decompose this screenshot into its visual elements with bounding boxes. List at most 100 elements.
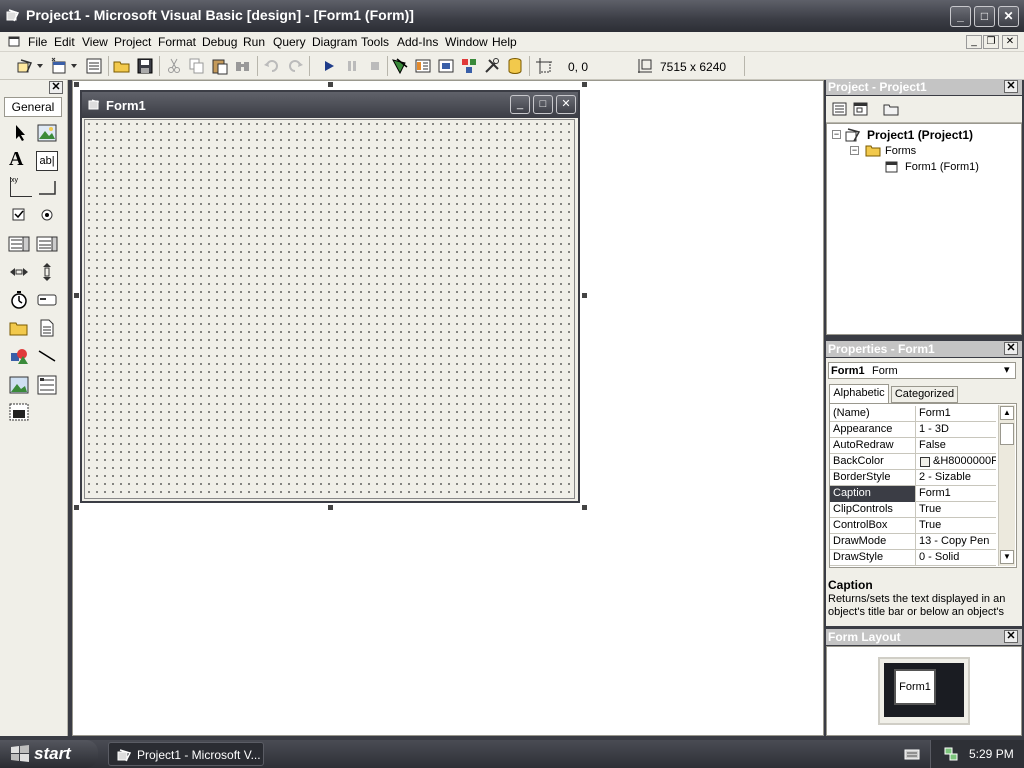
paste-icon[interactable] [211, 57, 229, 75]
scroll-thumb[interactable] [1000, 423, 1014, 445]
listbox-tool-icon[interactable] [36, 234, 58, 254]
timer-tool-icon[interactable] [8, 290, 30, 310]
picturebox-tool-icon[interactable] [36, 123, 58, 143]
menu-project[interactable]: Project [114, 35, 151, 49]
drivelistbox-tool-icon[interactable] [36, 290, 58, 310]
form1-title-bar[interactable]: Form1 _ □ ✕ [82, 92, 578, 118]
scroll-down-button[interactable]: ▼ [1000, 550, 1014, 564]
tree-form1-item[interactable]: Form1 (Form1) [905, 161, 979, 173]
object-browser-icon[interactable] [460, 57, 478, 75]
mdi-minimize-button[interactable]: _ [966, 35, 982, 49]
line-tool-icon[interactable] [36, 346, 58, 366]
property-row[interactable]: DrawMode 13 - Copy Pen [830, 534, 996, 550]
close-button[interactable]: ✕ [998, 6, 1019, 27]
property-row-selected[interactable]: Caption Form1 [830, 486, 996, 502]
copy-icon[interactable] [188, 57, 206, 75]
open-project-icon[interactable] [113, 57, 131, 75]
toggle-folders-icon[interactable] [883, 102, 899, 116]
hscrollbar-tool-icon[interactable] [8, 262, 30, 282]
resize-handle[interactable] [328, 505, 333, 510]
undo-icon[interactable] [263, 57, 281, 75]
menu-add-ins[interactable]: Add-Ins [397, 35, 438, 49]
property-row[interactable]: ClipControls True [830, 502, 996, 518]
menu-editor-icon[interactable] [85, 57, 103, 75]
chevron-down-icon[interactable] [71, 63, 77, 69]
optionbutton-tool-icon[interactable] [36, 205, 58, 225]
add-project-icon[interactable] [16, 57, 34, 75]
resize-handle[interactable] [74, 82, 79, 87]
property-row[interactable]: Appearance 1 - 3D [830, 422, 996, 438]
menu-tools[interactable]: Tools [361, 35, 389, 49]
image-tool-icon[interactable] [8, 375, 30, 395]
combobox-tool-icon[interactable] [8, 234, 30, 254]
minimize-button[interactable]: _ [950, 6, 971, 27]
pointer-tool-icon[interactable] [8, 123, 30, 143]
data-view-icon[interactable] [506, 57, 524, 75]
toolbox-tab-general[interactable]: General [4, 97, 62, 117]
form1-design-surface[interactable] [84, 119, 575, 499]
toolbox-icon[interactable] [483, 57, 501, 75]
filelistbox-tool-icon[interactable] [36, 318, 58, 338]
end-icon[interactable] [366, 57, 384, 75]
chevron-down-icon[interactable]: ▾ [1004, 363, 1010, 376]
data-tool-icon[interactable] [36, 375, 58, 395]
form-layout-icon[interactable] [437, 57, 455, 75]
form1-minimize-button[interactable]: _ [510, 95, 530, 114]
cut-icon[interactable] [165, 57, 183, 75]
mdi-restore-button[interactable]: ❐ [983, 35, 999, 49]
label-tool-icon[interactable]: A [9, 149, 31, 169]
tab-alphabetic[interactable]: Alphabetic [829, 384, 889, 403]
menu-edit[interactable]: Edit [54, 35, 75, 49]
break-icon[interactable] [343, 57, 361, 75]
start-button[interactable]: start [0, 740, 98, 768]
menu-run[interactable]: Run [243, 35, 265, 49]
property-value[interactable]: True [917, 502, 996, 518]
tab-categorized[interactable]: Categorized [891, 386, 958, 403]
menu-view[interactable]: View [82, 35, 108, 49]
resize-handle[interactable] [328, 82, 333, 87]
menu-help[interactable]: Help [492, 35, 517, 49]
property-value[interactable]: True [917, 518, 996, 534]
checkbox-tool-icon[interactable] [8, 205, 30, 225]
view-object-icon[interactable] [853, 102, 868, 116]
network-icon[interactable] [943, 746, 959, 762]
property-row[interactable]: BackColor &H8000000F [830, 454, 996, 470]
resize-handle[interactable] [74, 505, 79, 510]
scroll-up-button[interactable]: ▲ [1000, 406, 1014, 420]
properties-close-button[interactable]: ✕ [1004, 342, 1018, 355]
save-project-icon[interactable] [136, 57, 154, 75]
view-code-icon[interactable] [832, 102, 847, 116]
property-value[interactable]: 0 - Solid [917, 550, 996, 566]
form1-designer[interactable]: Form1 _ □ ✕ [80, 90, 580, 503]
add-form-icon[interactable] [50, 57, 68, 75]
menu-format[interactable]: Format [158, 35, 196, 49]
textbox-tool-icon[interactable]: ab| [36, 151, 58, 171]
chevron-down-icon[interactable] [37, 63, 43, 69]
form1-maximize-button[interactable]: □ [533, 95, 553, 114]
property-row[interactable]: ControlBox True [830, 518, 996, 534]
ole-tool-icon[interactable] [8, 402, 30, 422]
shape-tool-icon[interactable] [8, 346, 30, 366]
property-row[interactable]: AutoRedraw False [830, 438, 996, 454]
form-layout-close-button[interactable]: ✕ [1004, 630, 1018, 643]
form1-close-button[interactable]: ✕ [556, 95, 576, 114]
resize-handle[interactable] [582, 82, 587, 87]
clock[interactable]: 5:29 PM [969, 747, 1014, 761]
property-value[interactable]: 1 - 3D [917, 422, 996, 438]
menu-window[interactable]: Window [445, 35, 488, 49]
project-explorer-close-button[interactable]: ✕ [1004, 80, 1018, 93]
property-value[interactable]: 13 - Copy Pen [917, 534, 996, 550]
property-row[interactable]: DrawStyle 0 - Solid [830, 550, 996, 566]
redo-icon[interactable] [286, 57, 304, 75]
menu-debug[interactable]: Debug [202, 35, 237, 49]
properties-scrollbar[interactable]: ▲ ▼ [998, 405, 1015, 566]
resize-handle[interactable] [582, 505, 587, 510]
mdi-close-button[interactable]: ✕ [1002, 35, 1018, 49]
form1-layout-preview[interactable]: Form1 [894, 669, 936, 705]
find-icon[interactable] [234, 57, 252, 75]
property-row[interactable]: (Name) Form1 [830, 406, 996, 422]
tree-expander[interactable]: − [832, 130, 841, 139]
vscrollbar-tool-icon[interactable] [36, 262, 58, 282]
keyboard-icon[interactable] [904, 747, 920, 761]
property-value[interactable]: Form1 [917, 406, 996, 422]
